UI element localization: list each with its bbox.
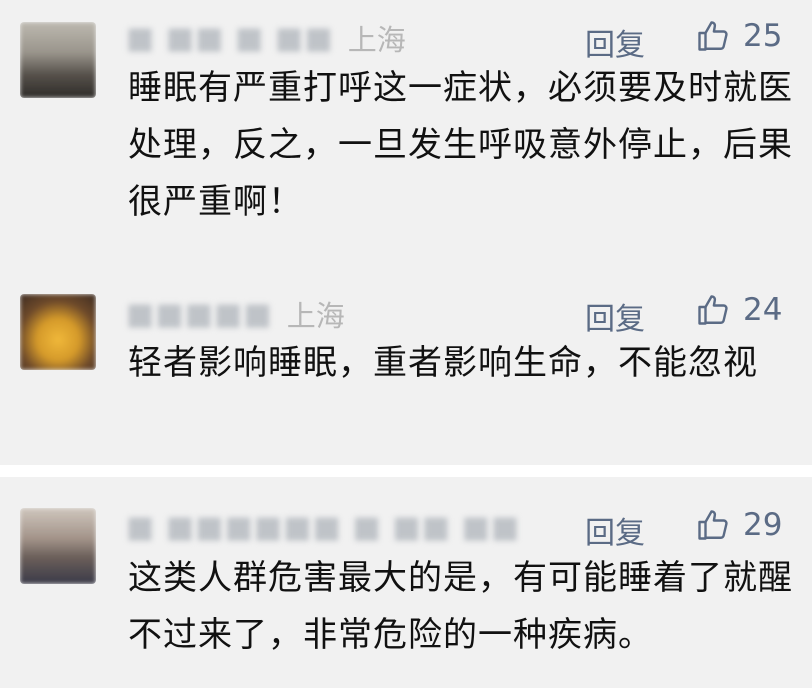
- like-count: 29: [743, 507, 783, 543]
- thumbs-up-icon: [698, 295, 728, 325]
- username[interactable]: ■ ■■ ■ ■■ 上海: [126, 18, 406, 58]
- comment-text: 睡眠有严重打呼这一症状，必须要及时就医处理，反之，一旦发生呼吸意外停止，后果很严…: [128, 68, 793, 222]
- reply-button[interactable]: 回复: [585, 294, 645, 338]
- location-label: 上海: [286, 299, 345, 333]
- separator: [0, 465, 812, 477]
- like-button[interactable]: 25: [695, 18, 782, 54]
- avatar[interactable]: [20, 508, 96, 584]
- like-count: 24: [743, 292, 783, 328]
- location-label: 上海: [347, 23, 406, 57]
- username[interactable]: ■ ■■■■■■ ■ ■■ ■■: [126, 507, 534, 547]
- like-button[interactable]: 29: [695, 507, 782, 543]
- comment-text: 这类人群危害最大的是，有可能睡着了就醒不过来了，非常危险的一种疾病。: [128, 558, 793, 655]
- avatar[interactable]: [20, 294, 96, 370]
- reply-button[interactable]: 回复: [585, 20, 645, 64]
- avatar[interactable]: [20, 22, 96, 98]
- like-button[interactable]: 24: [695, 292, 782, 328]
- comment-text: 轻者影响睡眠，重者影响生命，不能忽视: [128, 343, 758, 383]
- thumbs-up-icon: [698, 510, 728, 540]
- reply-button[interactable]: 回复: [585, 508, 645, 552]
- thumbs-up-icon: [698, 21, 728, 51]
- username[interactable]: ■■■■■ 上海: [126, 294, 345, 334]
- like-count: 25: [743, 18, 783, 54]
